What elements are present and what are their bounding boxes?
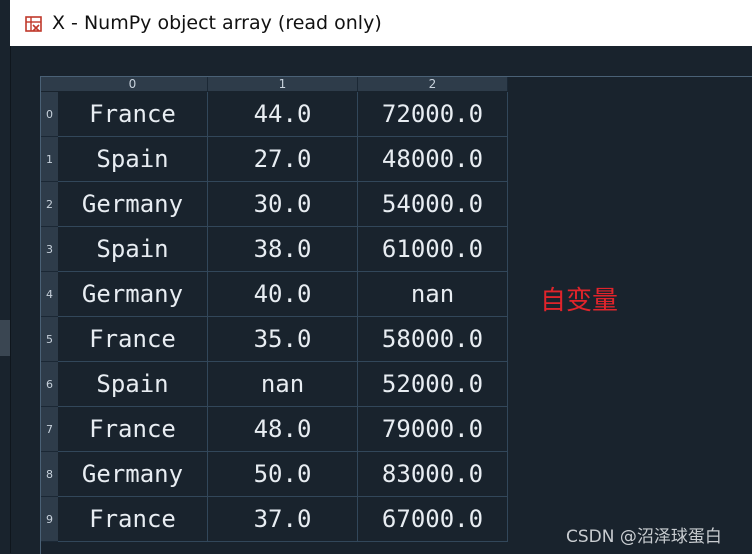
row-header[interactable]: 1 <box>41 137 58 182</box>
table-cell[interactable]: 40.0 <box>208 272 358 317</box>
table-cell[interactable]: 48000.0 <box>358 137 508 182</box>
table-cell[interactable]: Germany <box>58 272 208 317</box>
table-cell[interactable]: 72000.0 <box>358 92 508 137</box>
watermark: CSDN @沼泽球蛋白 <box>566 527 722 547</box>
window-titlebar[interactable]: X - NumPy object array (read only) <box>10 0 752 46</box>
table-cell[interactable]: France <box>58 407 208 452</box>
row-header[interactable]: 6 <box>41 362 58 407</box>
array-table[interactable]: 0 1 2 0 France 44.0 72000.0 1 Spain 27.0 48000.0 2 G… <box>40 76 752 554</box>
table-cell[interactable]: 52000.0 <box>358 362 508 407</box>
table-cell[interactable]: Spain <box>58 227 208 272</box>
window-title: X - NumPy object array (read only) <box>52 12 382 34</box>
table-cell[interactable]: 54000.0 <box>358 182 508 227</box>
table-cell[interactable]: 38.0 <box>208 227 358 272</box>
row-header[interactable]: 9 <box>41 497 58 542</box>
table-cell[interactable]: Germany <box>58 182 208 227</box>
table-cell[interactable]: Spain <box>58 137 208 182</box>
left-panel-tab[interactable] <box>0 320 10 356</box>
column-header[interactable]: 0 <box>58 77 208 91</box>
row-header[interactable]: 8 <box>41 452 58 497</box>
annotation-label: 自变量 <box>540 286 619 316</box>
table-cell[interactable]: Spain <box>58 362 208 407</box>
column-header[interactable]: 2 <box>358 77 508 91</box>
table-cell[interactable]: nan <box>208 362 358 407</box>
table-cell[interactable]: 61000.0 <box>358 227 508 272</box>
row-header[interactable]: 7 <box>41 407 58 452</box>
column-header[interactable]: 1 <box>208 77 358 91</box>
table-cell[interactable]: 79000.0 <box>358 407 508 452</box>
table-cell[interactable]: 50.0 <box>208 452 358 497</box>
row-header[interactable]: 0 <box>41 92 58 137</box>
table-cell[interactable]: 37.0 <box>208 497 358 542</box>
table-cell[interactable]: 67000.0 <box>358 497 508 542</box>
table-corner[interactable] <box>41 77 58 91</box>
table-cell[interactable]: 83000.0 <box>358 452 508 497</box>
table-cell[interactable]: France <box>58 497 208 542</box>
table-cell[interactable]: Germany <box>58 452 208 497</box>
left-panel-edge <box>0 0 10 553</box>
table-cell[interactable]: 27.0 <box>208 137 358 182</box>
window-border <box>10 46 11 553</box>
table-cell[interactable]: 35.0 <box>208 317 358 362</box>
table-cell[interactable]: 58000.0 <box>358 317 508 362</box>
table-cell[interactable]: France <box>58 317 208 362</box>
row-header[interactable]: 4 <box>41 272 58 317</box>
table-cell[interactable]: nan <box>358 272 508 317</box>
row-header[interactable]: 2 <box>41 182 58 227</box>
spyder-grid-icon <box>24 14 44 34</box>
table-cell[interactable]: 48.0 <box>208 407 358 452</box>
table-cell[interactable]: 44.0 <box>208 92 358 137</box>
row-header[interactable]: 3 <box>41 227 58 272</box>
table-cell[interactable]: 30.0 <box>208 182 358 227</box>
table-cell[interactable]: France <box>58 92 208 137</box>
row-header[interactable]: 5 <box>41 317 58 362</box>
